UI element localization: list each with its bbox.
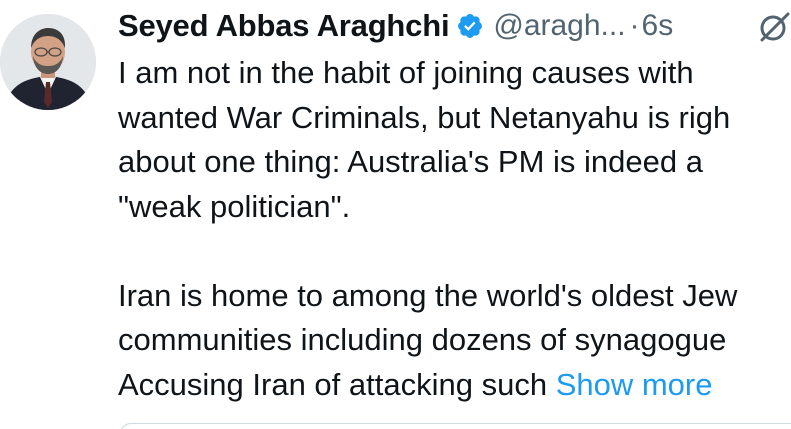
show-more-link[interactable]: Show more (556, 367, 713, 402)
tweet-text: I am not in the habit of joining causes … (118, 51, 791, 407)
tweet-line: about one thing: Australia's PM is indee… (118, 144, 703, 179)
tweet-line: Iran is home to among the world's oldest… (118, 277, 738, 313)
tweet-header: Seyed Abbas Araghchi @aragh... · 6s (118, 4, 673, 48)
timestamp[interactable]: 6s (642, 9, 674, 43)
verified-badge-icon[interactable] (456, 12, 484, 40)
tweet-line-last: Accusing Iran of attacking such Show mor… (118, 363, 791, 408)
tweet-line-text: Accusing Iran of attacking such (118, 366, 556, 402)
avatar[interactable] (0, 14, 96, 110)
grok-icon[interactable] (756, 9, 791, 45)
media-card-edge[interactable] (120, 423, 791, 429)
display-name[interactable]: Seyed Abbas Araghchi (118, 8, 450, 44)
separator-dot: · (629, 9, 640, 42)
tweet[interactable]: Seyed Abbas Araghchi @aragh... · 6s I am… (0, 0, 791, 429)
tweet-line: I am not in the habit of joining causes … (118, 55, 694, 90)
user-handle[interactable]: @aragh... (493, 9, 625, 43)
tweet-line: wanted War Criminals, but Netanyahu is r… (118, 99, 731, 135)
tweet-line: "weak politician". (118, 188, 351, 224)
tweet-line: communities including dozens of synagogu… (118, 322, 727, 357)
